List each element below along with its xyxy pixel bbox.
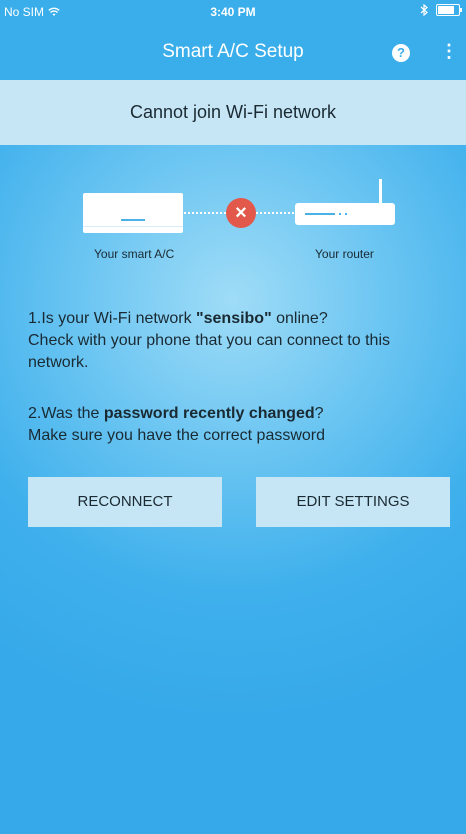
router-led-dot [339, 213, 341, 215]
help-icon[interactable]: ? [392, 44, 410, 62]
connection-dots-left [184, 212, 226, 214]
ac-caption: Your smart A/C [94, 247, 175, 261]
router-leds [305, 213, 335, 215]
router-caption: Your router [315, 247, 374, 261]
app-header: Smart A/C Setup ? ⋮ [0, 24, 466, 80]
ac-vent [121, 219, 145, 221]
instruction-1-detail: Check with your phone that you can conne… [28, 332, 390, 371]
network-name: "sensibo" [196, 310, 272, 327]
status-bar: No SIM 3:40 PM [0, 0, 466, 24]
router-led-dot [345, 213, 347, 215]
instruction-1: 1.Is your Wi-Fi network "sensibo" online… [28, 308, 448, 374]
instruction-2-prefix: 2.Was the [28, 405, 104, 422]
router-antenna [379, 179, 382, 205]
ac-line [83, 226, 183, 227]
ac-unit-icon [83, 193, 183, 233]
error-banner: Cannot join Wi-Fi network [0, 80, 466, 145]
battery-icon [436, 4, 462, 16]
instruction-2-suffix: ? [314, 405, 324, 422]
screen: No SIM 3:40 PM Smart A/C Setup ? ⋮ Canno… [0, 0, 466, 834]
error-x-icon: × [226, 198, 256, 228]
bluetooth-icon [420, 4, 428, 16]
instruction-2-emphasis: password recently changed [103, 405, 315, 422]
router-icon [295, 179, 395, 225]
status-right [420, 4, 462, 16]
instruction-2: 2.Was the password recently changed? Mak… [28, 403, 448, 447]
more-options-icon[interactable]: ⋮ [440, 40, 458, 64]
error-banner-text: Cannot join Wi-Fi network [129, 102, 337, 122]
reconnect-button[interactable]: RECONNECT [28, 477, 222, 527]
instruction-1-prefix: 1.Is your Wi-Fi network [28, 310, 197, 327]
instruction-2-detail: Make sure you have the correct password [28, 427, 326, 444]
status-time: 3:40 PM [210, 5, 256, 19]
instruction-1-suffix: online? [271, 310, 328, 327]
connection-dots-right [256, 212, 294, 214]
edit-settings-button[interactable]: EDIT SETTINGS [256, 477, 450, 527]
connection-diagram: × Your smart A/C Your router [0, 170, 466, 270]
